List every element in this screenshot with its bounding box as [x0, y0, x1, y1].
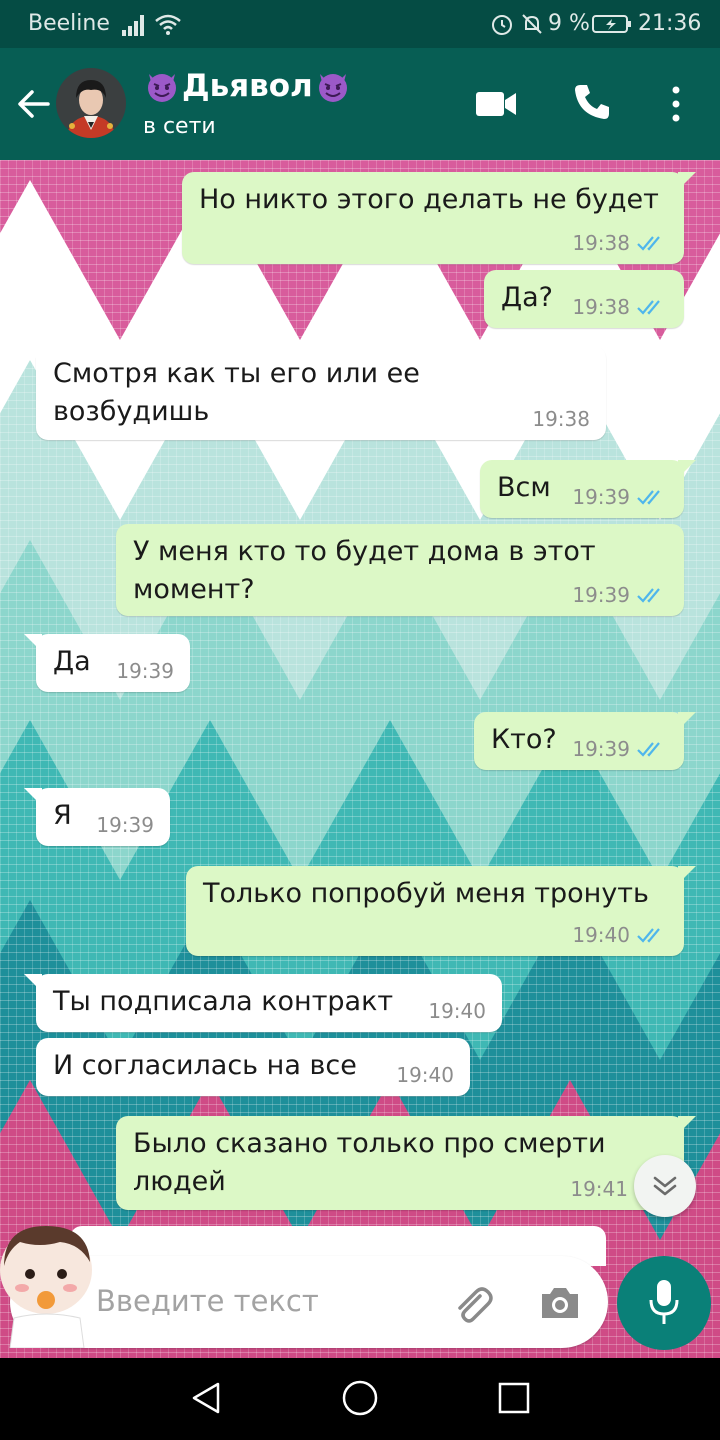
- scroll-to-bottom-button[interactable]: [634, 1155, 696, 1217]
- avatar[interactable]: [56, 68, 126, 138]
- message-incoming[interactable]: Да 19:39: [24, 634, 190, 692]
- message-time: 19:40: [572, 923, 630, 947]
- signal-icon: [122, 15, 144, 36]
- message-text: Кто?: [491, 724, 557, 755]
- read-ticks-icon: [637, 236, 660, 251]
- voice-record-button[interactable]: [617, 1256, 711, 1350]
- paperclip-icon[interactable]: [450, 1282, 494, 1326]
- message-text: Только попробуй меня тронуть: [203, 878, 649, 909]
- message-time: 19:39: [116, 659, 174, 683]
- more-options-icon[interactable]: [664, 84, 688, 124]
- bubble-tail: [678, 460, 696, 478]
- bubble-tail: [24, 974, 42, 992]
- message-time: 19:40: [428, 999, 486, 1023]
- message-incoming[interactable]: Я 19:39: [24, 788, 170, 846]
- message-meta: 19:39: [572, 584, 668, 606]
- bubble-tail: [678, 172, 696, 190]
- message-meta: 19:38: [572, 232, 668, 254]
- message-time: 19:40: [396, 1063, 454, 1087]
- message-text: Но никто этого делать не будет: [199, 184, 659, 215]
- read-ticks-icon: [637, 300, 660, 315]
- nav-home-icon[interactable]: [338, 1376, 382, 1420]
- message-meta: 19:40: [396, 1064, 454, 1086]
- message-meta: 19:38: [532, 408, 590, 430]
- chat-header: Дьявол в сети: [0, 48, 720, 160]
- message-time: 19:38: [532, 407, 590, 431]
- alarm-icon: [492, 15, 512, 35]
- message-incoming[interactable]: И согласилась на все 19:40: [36, 1038, 470, 1096]
- message-text: Смотря как ты его или ее возбудишь: [53, 358, 420, 427]
- back-arrow-icon[interactable]: [14, 84, 54, 124]
- message-outgoing[interactable]: Кто? 19:39: [474, 712, 696, 770]
- message-outgoing[interactable]: Но никто этого делать не будет 19:38: [182, 172, 696, 264]
- message-incoming[interactable]: Смотря как ты его или ее возбудишь 19:38: [24, 346, 606, 440]
- message-time: 19:39: [572, 583, 630, 607]
- message-meta: 19:39: [572, 486, 668, 508]
- message-outgoing[interactable]: У меня кто то будет дома в этот момент? …: [116, 524, 684, 616]
- message-time: 19:41: [570, 1177, 628, 1201]
- clock: 21:36: [638, 11, 702, 36]
- bubble-tail: [24, 634, 42, 652]
- smiling-devil-icon: [148, 74, 176, 102]
- message-text: Да: [53, 646, 91, 677]
- message-meta: 19:38: [572, 296, 668, 318]
- video-call-icon[interactable]: [474, 88, 518, 120]
- battery-charging-icon: [592, 15, 631, 33]
- wifi-icon: [155, 14, 181, 35]
- message-text: Было сказано только про смерти людей: [133, 1128, 606, 1197]
- contact-name[interactable]: Дьявол: [142, 68, 353, 104]
- read-ticks-icon: [637, 928, 660, 943]
- contact-name-text: Дьявол: [182, 68, 313, 104]
- message-time: 19:38: [572, 295, 630, 319]
- message-meta: 19:39: [96, 814, 154, 836]
- message-meta: 19:39: [116, 660, 174, 682]
- system-navigation-bar: [0, 1358, 720, 1440]
- smiling-devil-icon: [318, 74, 347, 102]
- message-time: 19:39: [572, 485, 630, 509]
- message-meta: 19:40: [572, 924, 668, 946]
- double-chevron-down-icon: [653, 1176, 677, 1196]
- message-time: 19:38: [572, 231, 630, 255]
- message-outgoing[interactable]: Всм 19:39: [480, 460, 696, 518]
- message-meta: 19:39: [572, 738, 668, 760]
- message-text: Да?: [501, 282, 553, 313]
- message-text: Всм: [497, 472, 551, 503]
- message-input[interactable]: [96, 1281, 436, 1321]
- message-outgoing[interactable]: Было сказано только про смерти людей 19:…: [116, 1116, 696, 1210]
- nav-recent-apps-icon[interactable]: [494, 1378, 534, 1418]
- message-text: Ты подписала контракт: [53, 986, 394, 1017]
- bubble-tail: [678, 866, 696, 884]
- message-text: Я: [53, 800, 72, 831]
- contact-status: в сети: [143, 114, 216, 139]
- status-bar: Beeline 9 % 21:36: [0, 0, 720, 48]
- carrier-name: Beeline: [28, 11, 110, 36]
- read-ticks-icon: [637, 588, 660, 603]
- message-text: У меня кто то будет дома в этот момент?: [133, 536, 596, 605]
- bubble-tail: [678, 1116, 696, 1134]
- bell-muted-icon: [522, 14, 542, 34]
- baby-sticker: [0, 1226, 92, 1348]
- microphone-icon: [649, 1280, 679, 1324]
- camera-icon[interactable]: [538, 1284, 582, 1322]
- message-text: И согласилась на все: [53, 1050, 357, 1081]
- bubble-tail: [24, 346, 42, 364]
- message-time: 19:39: [96, 813, 154, 837]
- phone-call-icon[interactable]: [572, 82, 612, 122]
- read-ticks-icon: [637, 742, 660, 757]
- message-outgoing[interactable]: Да? 19:38: [484, 270, 684, 328]
- read-ticks-icon: [637, 490, 660, 505]
- bubble-tail: [678, 712, 696, 730]
- nav-back-icon[interactable]: [186, 1378, 226, 1418]
- message-time: 19:39: [572, 737, 630, 761]
- message-meta: 19:41: [570, 1178, 628, 1200]
- message-incoming[interactable]: Ты подписала контракт 19:40: [24, 974, 502, 1032]
- message-meta: 19:40: [428, 1000, 486, 1022]
- message-outgoing[interactable]: Только попробуй меня тронуть 19:40: [186, 866, 696, 956]
- bubble-tail: [24, 788, 42, 806]
- battery-percent: 9 %: [548, 11, 590, 36]
